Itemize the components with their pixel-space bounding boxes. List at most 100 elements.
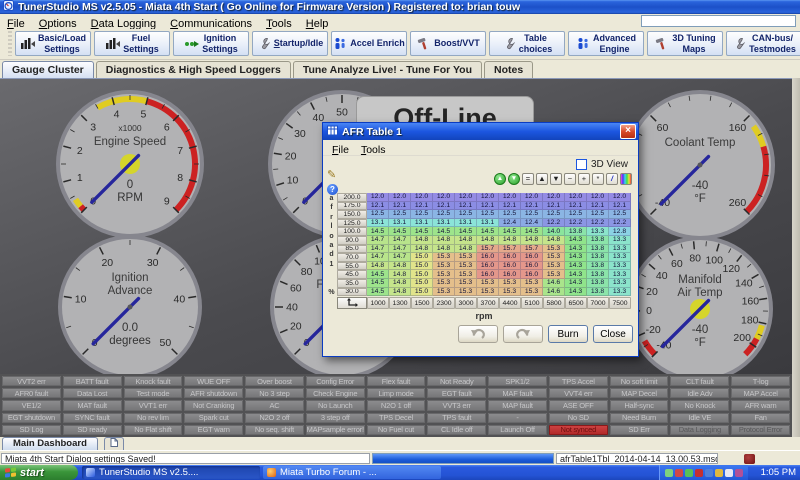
afr-cell[interactable]: 12.0 xyxy=(433,193,455,202)
afr-cell[interactable]: 12.1 xyxy=(609,202,631,211)
afr-cell[interactable]: 12.2 xyxy=(565,219,587,228)
afr-cell[interactable]: 15.3 xyxy=(521,279,543,288)
afr-cell[interactable]: 12.1 xyxy=(411,202,433,211)
afr-cell[interactable]: 16.0 xyxy=(477,270,499,279)
afr-cell[interactable]: 12.8 xyxy=(609,227,631,236)
afr-cell[interactable]: 14.3 xyxy=(565,245,587,254)
browser-icon[interactable] xyxy=(705,469,713,477)
afr-cell[interactable]: 14.8 xyxy=(433,245,455,254)
afr-cell[interactable]: 13.8 xyxy=(587,262,609,271)
afr-cell[interactable]: 14.8 xyxy=(389,270,411,279)
afr-cell[interactable]: 15.7 xyxy=(521,245,543,254)
afr-cell[interactable]: 13.3 xyxy=(609,253,631,262)
row-header-125[interactable]: 125.0 xyxy=(337,219,367,228)
afr-cell[interactable]: 13.8 xyxy=(587,245,609,254)
afr-cell[interactable]: 12.1 xyxy=(543,202,565,211)
afr-cell[interactable]: 12.1 xyxy=(477,202,499,211)
afr-cell[interactable]: 13.3 xyxy=(609,279,631,288)
afr-cell[interactable]: 14.5 xyxy=(521,227,543,236)
afr-cell[interactable]: 12.5 xyxy=(499,210,521,219)
afr-cell[interactable]: 12.2 xyxy=(543,219,565,228)
afr-cell[interactable]: 15.3 xyxy=(543,270,565,279)
afr-cell[interactable]: 16.0 xyxy=(521,253,543,262)
afr-cell[interactable]: 12.5 xyxy=(609,210,631,219)
row-header-175[interactable]: 175.0 xyxy=(337,202,367,211)
afr-cell[interactable]: 15.3 xyxy=(455,262,477,271)
afr-cell[interactable]: 14.8 xyxy=(499,236,521,245)
afr-cell[interactable]: 14.8 xyxy=(455,236,477,245)
dialog-titlebar[interactable]: AFR Table 1 × xyxy=(323,123,638,140)
afr-cell[interactable]: 14.7 xyxy=(389,253,411,262)
toolbar-3d-tuning-maps[interactable]: 3D TuningMaps xyxy=(647,31,723,56)
afr-cell[interactable]: 15.3 xyxy=(455,270,477,279)
no-network-icon[interactable] xyxy=(675,469,683,477)
redo-button[interactable] xyxy=(503,325,543,343)
afr-cell[interactable]: 13.1 xyxy=(433,219,455,228)
afr-cell[interactable]: 14.8 xyxy=(389,288,411,297)
increment-icon[interactable]: + xyxy=(578,173,590,185)
afr-cell[interactable]: 16.0 xyxy=(521,270,543,279)
afr-cell[interactable]: 15.3 xyxy=(433,262,455,271)
search-input[interactable] xyxy=(641,15,796,27)
afr-cell[interactable]: 15.0 xyxy=(411,262,433,271)
afr-cell[interactable]: 14.5 xyxy=(455,227,477,236)
toolbar-can-bus-testmodes[interactable]: CAN-bus/Testmodes xyxy=(726,31,800,56)
signal-icon[interactable] xyxy=(685,469,693,477)
col-header-2300[interactable]: 2300 xyxy=(433,297,455,309)
palette-icon[interactable] xyxy=(620,173,632,185)
row-header-85[interactable]: 85.0 xyxy=(337,245,367,254)
afr-cell[interactable]: 15.3 xyxy=(455,288,477,297)
afr-cell[interactable]: 14.8 xyxy=(477,236,499,245)
row-header-100[interactable]: 100.0 xyxy=(337,227,367,236)
afr-cell[interactable]: 12.0 xyxy=(411,193,433,202)
afr-cell[interactable]: 15.7 xyxy=(477,245,499,254)
afr-cell[interactable]: 14.3 xyxy=(565,270,587,279)
task-miata-turbo-forum[interactable]: Miata Turbo Forum - ... xyxy=(263,466,441,479)
afr-cell[interactable]: 15.0 xyxy=(411,253,433,262)
afr-cell[interactable]: 13.8 xyxy=(587,288,609,297)
afr-cell[interactable]: 12.1 xyxy=(521,202,543,211)
tab-tune-analyze-live-tune-for-you[interactable]: Tune Analyze Live! - Tune For You xyxy=(293,61,482,78)
afr-cell[interactable]: 15.3 xyxy=(521,288,543,297)
toolbar-fuel-settings[interactable]: FuelSettings xyxy=(94,31,170,56)
afr-cell[interactable]: 16.0 xyxy=(499,262,521,271)
col-header-6500[interactable]: 6500 xyxy=(565,297,587,309)
tab-main-dashboard[interactable]: Main Dashboard xyxy=(2,437,98,450)
tab-gauge-cluster[interactable]: Gauge Cluster xyxy=(2,61,94,78)
col-header-3000[interactable]: 3000 xyxy=(455,297,477,309)
afr-cell[interactable]: 12.2 xyxy=(609,219,631,228)
afr-cell[interactable]: 14.3 xyxy=(565,279,587,288)
interpolate-icon[interactable]: / xyxy=(606,173,618,185)
afr-cell[interactable]: 12.5 xyxy=(543,210,565,219)
afr-cell[interactable]: 14.5 xyxy=(389,227,411,236)
afr-cell[interactable]: 14.3 xyxy=(565,253,587,262)
burn-button[interactable]: Burn xyxy=(548,325,588,343)
toolbar-accel-enrich[interactable]: Accel Enrich xyxy=(331,31,407,56)
activity-icon[interactable] xyxy=(665,469,673,477)
row-header-55[interactable]: 55.0 xyxy=(337,262,367,271)
afr-cell[interactable]: 12.0 xyxy=(389,193,411,202)
row-header-90[interactable]: 90.0 xyxy=(337,236,367,245)
dashboard-page-tab[interactable] xyxy=(104,437,124,450)
afr-cell[interactable]: 14.5 xyxy=(367,270,389,279)
afr-cell[interactable]: 15.3 xyxy=(455,279,477,288)
toolbar-table-choices[interactable]: Tablechoices xyxy=(489,31,565,56)
afr-cell[interactable]: 14.7 xyxy=(367,236,389,245)
afr-cell[interactable]: 12.1 xyxy=(389,202,411,211)
alert-icon[interactable] xyxy=(695,469,703,477)
col-header-4400[interactable]: 4400 xyxy=(499,297,521,309)
set-equal-icon[interactable]: = xyxy=(522,173,534,185)
afr-cell[interactable]: 13.3 xyxy=(609,245,631,254)
afr-cell[interactable]: 14.6 xyxy=(543,279,565,288)
afr-cell[interactable]: 14.5 xyxy=(433,227,455,236)
afr-cell[interactable]: 14.5 xyxy=(367,288,389,297)
afr-cell[interactable]: 13.8 xyxy=(587,253,609,262)
afr-cell[interactable]: 12.0 xyxy=(477,193,499,202)
afr-cell[interactable]: 15.0 xyxy=(411,288,433,297)
afr-cell[interactable]: 15.3 xyxy=(499,288,521,297)
afr-cell[interactable]: 16.0 xyxy=(477,253,499,262)
afr-cell[interactable]: 14.5 xyxy=(499,227,521,236)
afr-cell[interactable]: 14.8 xyxy=(543,236,565,245)
update-icon[interactable] xyxy=(715,469,723,477)
afr-cell[interactable]: 12.1 xyxy=(433,202,455,211)
